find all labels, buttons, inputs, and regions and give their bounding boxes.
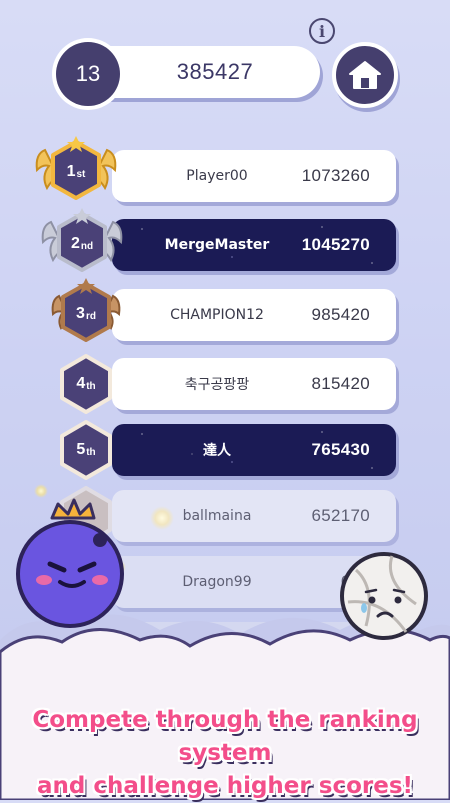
ranking-row-4: 축구공팡팡 815420 [112, 358, 396, 410]
promo-banner: Compete through the ranking system and c… [0, 704, 450, 803]
rank-label: 2nd [70, 235, 94, 252]
best-score: 385427 [176, 59, 254, 84]
rank-badge-4: 4th [54, 352, 118, 416]
ranking-row-2: MergeMaster 1045270 [112, 219, 396, 271]
level-badge: 13 [56, 42, 120, 106]
volleyball-character [336, 548, 432, 644]
rank-label: 4th [76, 375, 96, 392]
banner-line-2: and challenge higher scores! [37, 773, 413, 799]
rank-badge-1: 1st [35, 136, 117, 204]
player-name: 축구공팡팡 [184, 377, 250, 393]
rank-label: 3rd [76, 305, 96, 322]
player-name: Player00 [186, 168, 248, 184]
player-score: 985420 [311, 305, 370, 324]
info-button[interactable]: i [309, 18, 335, 44]
rank-badge-5: 5th [54, 418, 118, 482]
sparkle-icon [150, 506, 174, 530]
rank-badge-2: 2nd [41, 208, 123, 276]
ranking-row-1: Player00 1073260 [112, 150, 396, 202]
rank-badge-3: 3rd [51, 278, 121, 346]
player-name: CHAMPION12 [170, 307, 264, 323]
player-score: 765430 [311, 440, 370, 459]
player-name: 達人 [203, 443, 231, 459]
sparkle-icon [34, 484, 48, 498]
home-button[interactable] [332, 42, 398, 108]
player-score: 815420 [311, 374, 370, 393]
rank-label: 5th [76, 441, 96, 458]
rank-label: 1st [66, 163, 86, 180]
player-name: MergeMaster [164, 237, 270, 253]
ranking-row-3: CHAMPION12 985420 [112, 289, 396, 341]
player-score: 652170 [311, 506, 370, 525]
banner-line-1: Compete through the ranking system [32, 707, 418, 766]
blueberry-king-icon [16, 498, 124, 628]
blueberry-king-character [10, 498, 130, 628]
ranking-row-5: 達人 765430 [112, 424, 396, 476]
home-icon [349, 61, 381, 89]
player-score: 1045270 [301, 235, 370, 254]
volleyball-icon [340, 552, 428, 640]
player-score: 1073260 [301, 166, 370, 185]
